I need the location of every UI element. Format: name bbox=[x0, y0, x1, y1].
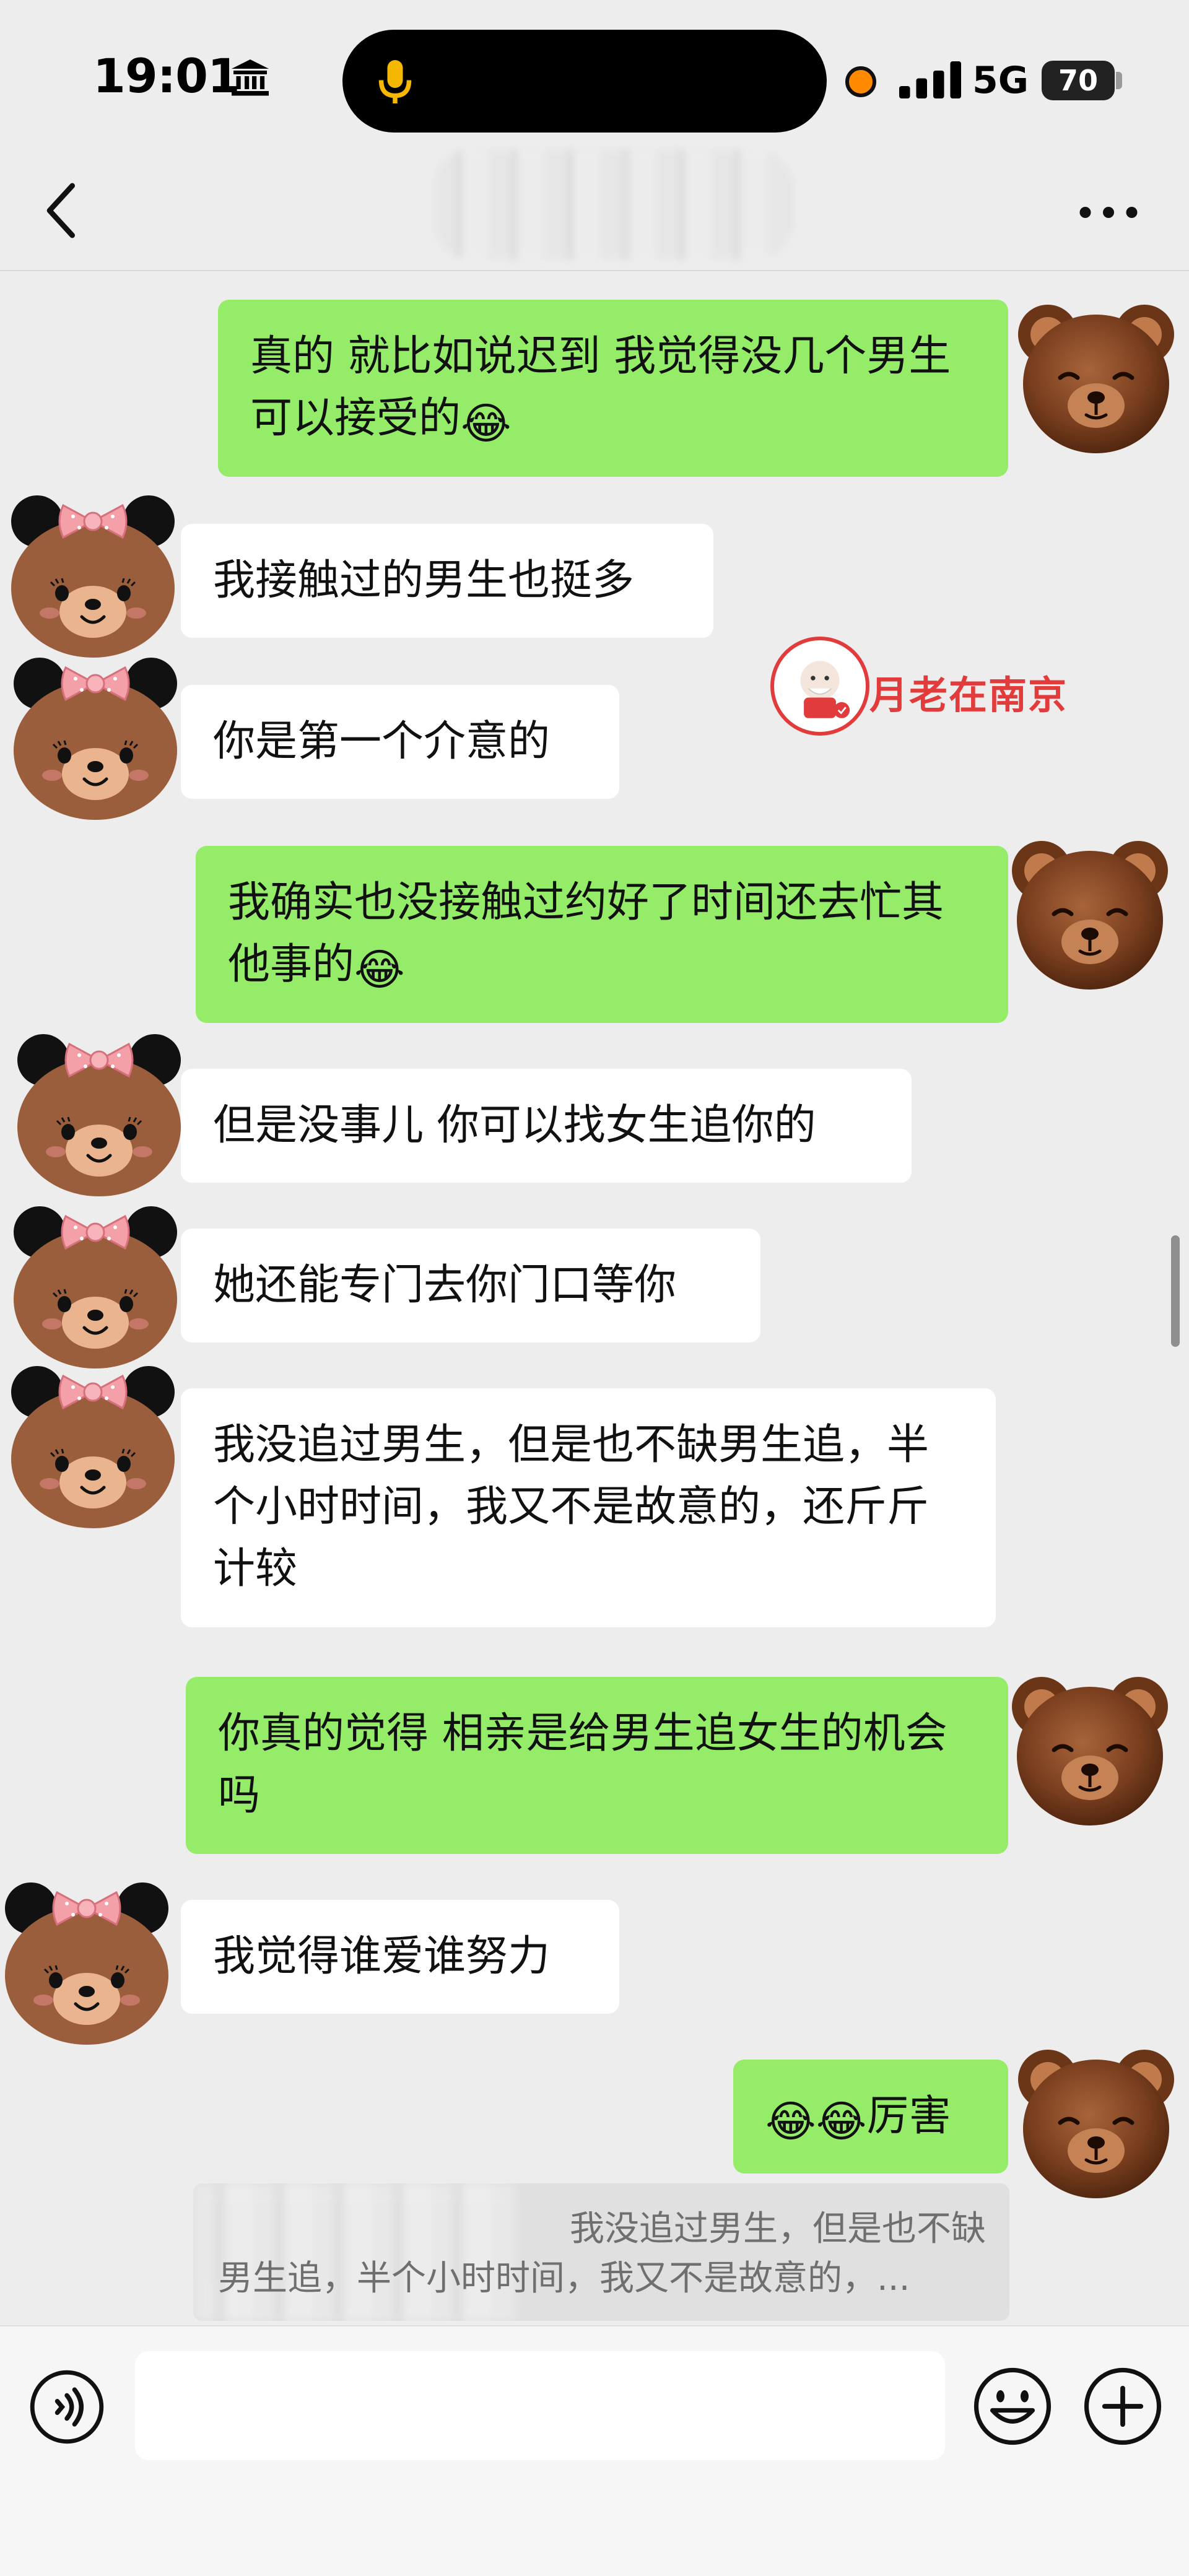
message-text: 但是没事儿 你可以找女生追你的 bbox=[213, 1101, 816, 1150]
scrollbar[interactable] bbox=[1171, 1235, 1180, 1347]
chevron-left-icon[interactable] bbox=[37, 180, 87, 242]
microphone-icon bbox=[378, 60, 412, 103]
message-bubble[interactable]: 你是第一个介意的 bbox=[181, 685, 619, 799]
voice-input-icon[interactable] bbox=[28, 2369, 105, 2445]
network-type: 5G bbox=[972, 59, 1029, 102]
message-bubble[interactable]: 我觉得谁爱谁努力 bbox=[181, 1900, 619, 2014]
message-bubble[interactable]: 真的 就比如说迟到 我觉得没几个男生可以接受的😂 bbox=[218, 300, 1008, 477]
contact-avatar[interactable] bbox=[6, 1360, 180, 1533]
watermark: 月老在南京 bbox=[770, 637, 1080, 736]
my-avatar[interactable] bbox=[1009, 2036, 1183, 2209]
message-text: 我确实也没接触过约好了时间还去忙其他事的 bbox=[228, 878, 944, 989]
message-bubble[interactable]: 我确实也没接触过约好了时间还去忙其他事的😂 bbox=[196, 846, 1008, 1023]
message-bubble[interactable]: 我接触过的男生也挺多 bbox=[181, 524, 713, 638]
bank-icon bbox=[232, 59, 269, 96]
plus-icon[interactable] bbox=[1082, 2366, 1163, 2447]
message-text: 我觉得谁爱谁努力 bbox=[213, 1932, 551, 1981]
watermark-text: 月老在南京 bbox=[869, 672, 1068, 718]
status-time: 19:01 bbox=[93, 48, 240, 103]
more-dots-icon[interactable] bbox=[1078, 203, 1139, 222]
contact-avatar[interactable] bbox=[9, 651, 182, 825]
message-text: 她还能专门去你门口等你 bbox=[213, 1261, 677, 1310]
my-avatar[interactable] bbox=[1009, 291, 1183, 464]
laughing-tears-emoji-icon: 😂😂 bbox=[765, 2096, 867, 2147]
message-text: 厉害 bbox=[866, 2092, 951, 2141]
message-text: 我接触过的男生也挺多 bbox=[213, 556, 635, 605]
message-bubble[interactable]: 😂😂厉害 bbox=[733, 2060, 1008, 2174]
dynamic-island bbox=[342, 30, 827, 133]
quoted-message[interactable]: 我没追过男生，但是也不缺 男生追，半个小时时间，我又不是故意的，... bbox=[193, 2183, 1009, 2321]
message-text: 我没追过男生，但是也不缺男生追，半个小时时间，我又不是故意的，还斤斤计较 bbox=[213, 1421, 930, 1593]
contact-avatar[interactable] bbox=[9, 1200, 182, 1373]
recording-dot-icon bbox=[845, 66, 876, 97]
status-bar: 19:01 5G 70 bbox=[0, 0, 1189, 142]
battery-level: 70 bbox=[1058, 64, 1098, 97]
input-bar bbox=[0, 2325, 1189, 2576]
contact-avatar[interactable] bbox=[6, 489, 180, 663]
emoji-icon[interactable] bbox=[972, 2366, 1053, 2447]
message-text: 你真的觉得 相亲是给男生追女生的机会吗 bbox=[218, 1709, 947, 1820]
battery-cap bbox=[1116, 72, 1122, 89]
message-input[interactable] bbox=[135, 2351, 945, 2460]
signal-icon bbox=[899, 61, 961, 98]
message-bubble[interactable]: 但是没事儿 你可以找女生追你的 bbox=[181, 1069, 912, 1183]
laughing-tears-emoji-icon: 😂 bbox=[461, 398, 512, 449]
quote-line-2: 男生追，半个小时时间，我又不是故意的，... bbox=[218, 2258, 910, 2299]
message-bubble[interactable]: 我没追过男生，但是也不缺男生追，半个小时时间，我又不是故意的，还斤斤计较 bbox=[181, 1388, 996, 1627]
message-text: 你是第一个介意的 bbox=[213, 717, 551, 766]
watermark-logo bbox=[770, 637, 869, 736]
message-bubble[interactable]: 她还能专门去你门口等你 bbox=[181, 1229, 760, 1342]
contact-name-redacted bbox=[433, 149, 793, 260]
my-avatar[interactable] bbox=[1003, 827, 1177, 1001]
laughing-tears-emoji-icon: 😂 bbox=[354, 944, 405, 995]
contact-avatar[interactable] bbox=[0, 1876, 173, 2050]
my-avatar[interactable] bbox=[1003, 1663, 1177, 1837]
message-bubble[interactable]: 你真的觉得 相亲是给男生追女生的机会吗 bbox=[186, 1677, 1008, 1854]
quote-line-1: 我没追过男生，但是也不缺 bbox=[570, 2209, 986, 2249]
contact-avatar[interactable] bbox=[12, 1028, 186, 1201]
chat-header bbox=[0, 142, 1189, 271]
message-text: 真的 就比如说迟到 我觉得没几个男生可以接受的 bbox=[250, 332, 951, 443]
